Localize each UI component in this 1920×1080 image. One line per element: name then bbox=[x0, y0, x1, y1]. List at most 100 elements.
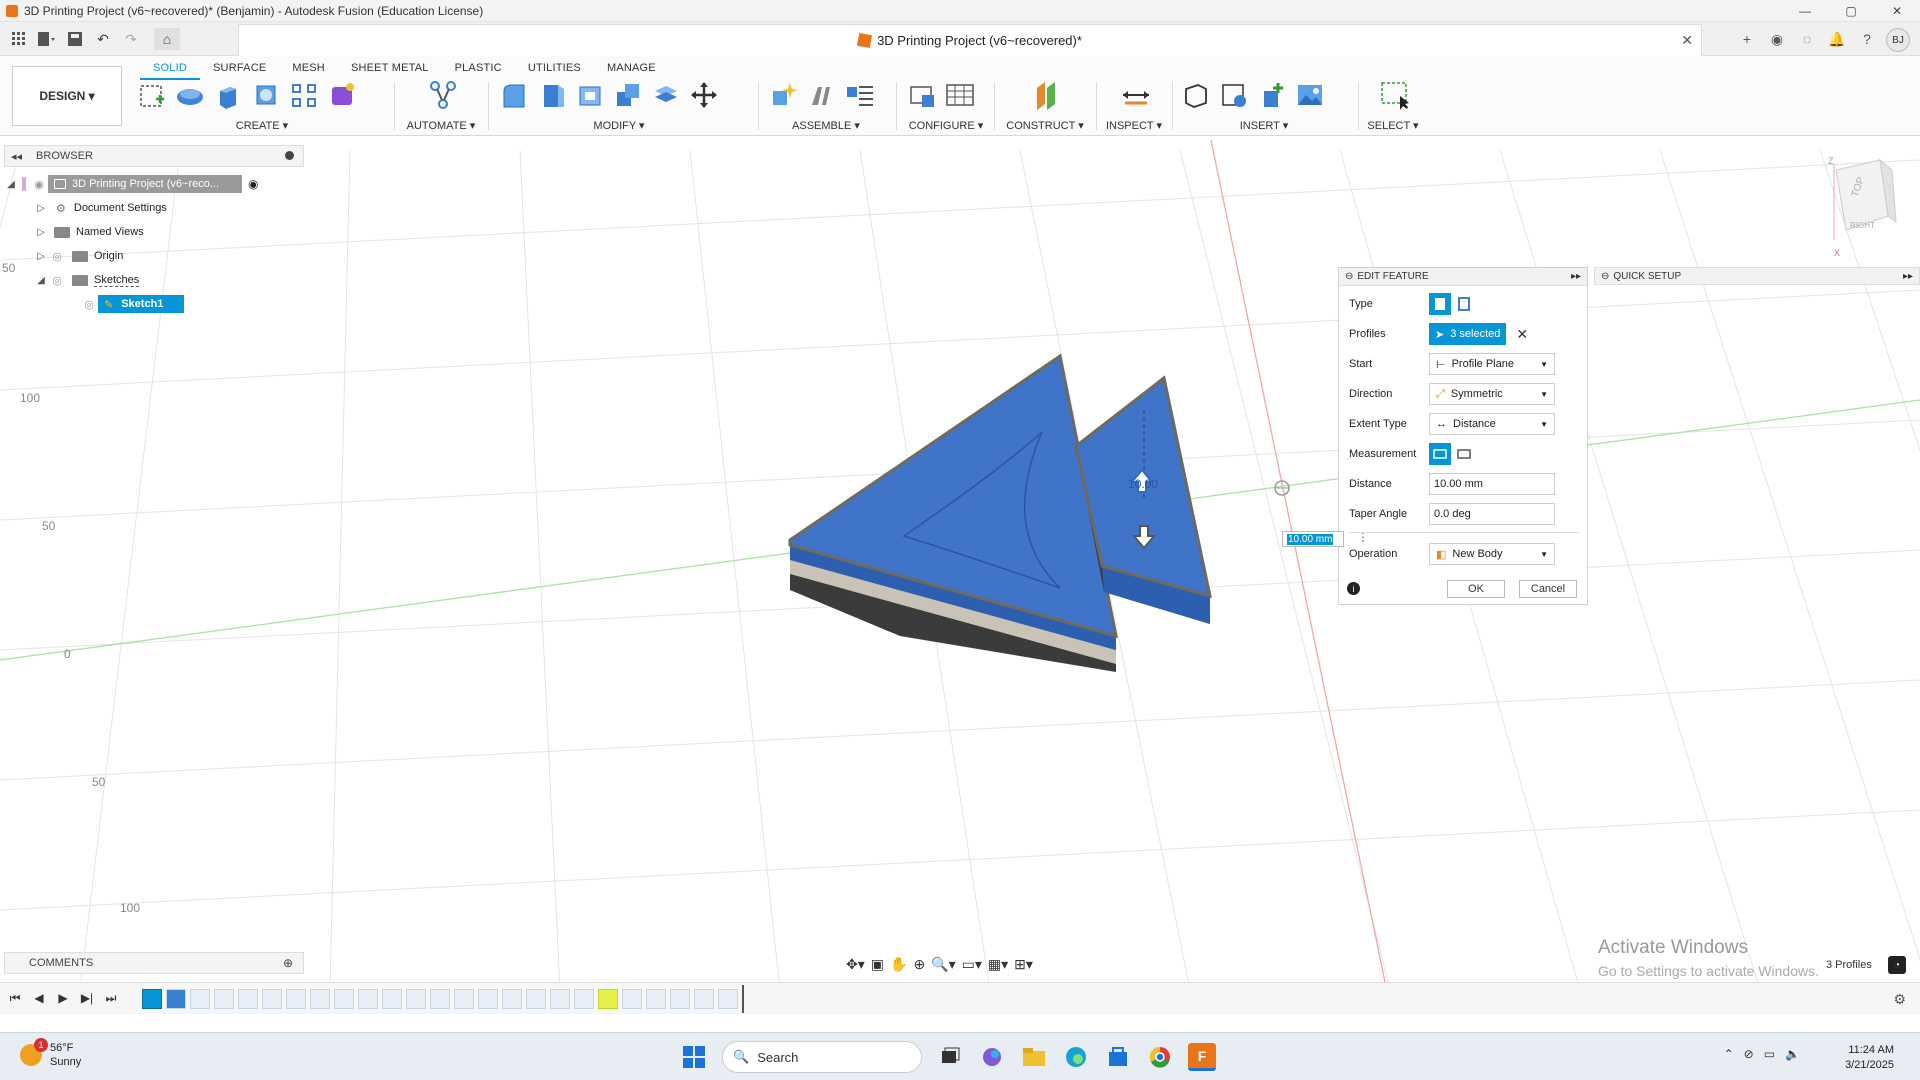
automate-icon[interactable] bbox=[427, 79, 459, 111]
tab-solid[interactable]: SOLID bbox=[140, 58, 201, 80]
operation-dropdown[interactable]: ◧ New Body ▼ bbox=[1429, 543, 1555, 565]
timeline-first-icon[interactable]: ⏮ bbox=[8, 991, 22, 1005]
expand-arrow-icon[interactable]: ▷ bbox=[34, 227, 48, 238]
fillet-icon[interactable] bbox=[536, 79, 568, 111]
grid-settings-icon[interactable]: ▦▾ bbox=[988, 956, 1008, 973]
job-status-icon[interactable]: ◌ bbox=[1796, 28, 1818, 50]
notifications-bell-icon[interactable]: 🔔 bbox=[1826, 28, 1848, 50]
form-icon[interactable] bbox=[174, 79, 206, 111]
expand-quick-setup-icon[interactable]: ▸▸ bbox=[1903, 271, 1913, 282]
new-tab-icon[interactable]: + bbox=[1736, 28, 1758, 50]
configuration-table-icon[interactable] bbox=[944, 79, 976, 111]
dialog-collapse-icon[interactable]: ⊖ bbox=[1345, 271, 1353, 282]
extruded-body-preview[interactable] bbox=[788, 353, 1212, 672]
close-document-icon[interactable]: ✕ bbox=[1681, 32, 1693, 49]
user-avatar[interactable]: BJ bbox=[1886, 28, 1910, 52]
cancel-button[interactable]: Cancel bbox=[1519, 580, 1577, 598]
root-component-label[interactable]: 3D Printing Project (v6~reco... bbox=[48, 175, 242, 193]
undo-icon[interactable]: ↶ bbox=[90, 28, 116, 50]
visibility-eye-icon[interactable]: ◎ bbox=[50, 250, 64, 263]
quick-setup-header[interactable]: ⊖ QUICK SETUP ▸▸ bbox=[1594, 267, 1920, 285]
tab-plastic[interactable]: PLASTIC bbox=[442, 58, 515, 80]
taskbar-search[interactable]: 🔍 Search bbox=[722, 1041, 922, 1073]
chrome-icon[interactable] bbox=[1146, 1043, 1174, 1071]
type-solid-button[interactable] bbox=[1429, 293, 1451, 315]
insert-mesh-icon[interactable] bbox=[1256, 79, 1288, 111]
offset-face-icon[interactable] bbox=[650, 79, 682, 111]
timeline-item[interactable] bbox=[310, 989, 330, 1009]
measure-icon[interactable] bbox=[1120, 79, 1152, 111]
browser-item-sketch1[interactable]: ◎ ✎ Sketch1 bbox=[80, 293, 184, 315]
timeline-item[interactable] bbox=[214, 989, 234, 1009]
display-settings-icon[interactable]: ▭▾ bbox=[962, 956, 982, 973]
windows-start-icon[interactable] bbox=[680, 1043, 708, 1071]
taskbar-clock[interactable]: 11:24 AM 3/21/2025 bbox=[1845, 1043, 1894, 1073]
tab-mesh[interactable]: MESH bbox=[279, 58, 338, 80]
tab-manage[interactable]: MANAGE bbox=[594, 58, 669, 80]
help-icon[interactable]: ? bbox=[1856, 28, 1878, 50]
visibility-eye-icon[interactable]: ◎ bbox=[82, 298, 96, 311]
insert-mcmaster-icon[interactable] bbox=[1218, 79, 1250, 111]
extent-type-dropdown[interactable]: ↔ Distance ▼ bbox=[1429, 413, 1555, 435]
timeline-item[interactable] bbox=[190, 989, 210, 1009]
move-copy-icon[interactable] bbox=[688, 79, 720, 111]
file-menu-icon[interactable] bbox=[34, 28, 60, 50]
maximize-button[interactable]: ▢ bbox=[1828, 0, 1874, 22]
create-sketch-icon[interactable] bbox=[136, 79, 168, 111]
new-component-icon[interactable] bbox=[768, 79, 800, 111]
minimize-button[interactable]: — bbox=[1782, 0, 1828, 22]
insert-menu[interactable]: INSERT ▾ bbox=[1176, 119, 1352, 132]
collapse-arrow-icon[interactable]: ◢ bbox=[34, 275, 48, 286]
start-dropdown[interactable]: ⊢ Profile Plane ▼ bbox=[1429, 353, 1555, 375]
browser-root-row[interactable]: ◢ ◉ 3D Printing Project (v6~reco... ◉ bbox=[4, 173, 300, 195]
ok-button[interactable]: OK bbox=[1447, 580, 1505, 598]
close-window-button[interactable]: ✕ bbox=[1874, 0, 1920, 22]
orbit-icon[interactable]: ✥▾ bbox=[846, 956, 865, 973]
clear-selection-icon[interactable]: ✕ bbox=[1516, 326, 1528, 343]
distance-dimension-input[interactable]: 10.00 mm bbox=[1282, 531, 1344, 547]
select-menu[interactable]: SELECT ▾ bbox=[1362, 119, 1424, 132]
timeline-item[interactable] bbox=[670, 989, 690, 1009]
expand-dialog-icon[interactable]: ▸▸ bbox=[1571, 271, 1581, 282]
selection-box-icon[interactable] bbox=[1379, 79, 1411, 111]
info-icon[interactable]: i bbox=[1347, 582, 1360, 595]
weather-widget[interactable]: 1 56°F Sunny bbox=[20, 1038, 81, 1069]
display-icon[interactable]: ▭ bbox=[1764, 1047, 1775, 1061]
look-at-icon[interactable]: ▣ bbox=[871, 956, 884, 973]
tab-utilities[interactable]: UTILITIES bbox=[515, 58, 594, 80]
comments-panel[interactable]: COMMENTS ⊕ bbox=[4, 952, 304, 974]
tab-sheet-metal[interactable]: SHEET METAL bbox=[338, 58, 442, 80]
timeline-item-sketch[interactable] bbox=[142, 989, 162, 1009]
timeline-item[interactable] bbox=[526, 989, 546, 1009]
timeline-item[interactable] bbox=[358, 989, 378, 1009]
visibility-eye-icon[interactable]: ◉ bbox=[32, 178, 46, 191]
insert-canvas-icon[interactable] bbox=[1294, 79, 1326, 111]
timeline-prev-icon[interactable]: ◀ bbox=[32, 991, 46, 1005]
timeline-item[interactable] bbox=[550, 989, 570, 1009]
browser-item-named-views[interactable]: ▷ Named Views bbox=[4, 221, 144, 243]
document-tab[interactable]: 3D Printing Project (v6~recovered)* ✕ bbox=[238, 24, 1702, 56]
automate-menu[interactable]: AUTOMATE ▾ bbox=[398, 119, 484, 132]
browser-header[interactable]: ◂◂ BROWSER bbox=[4, 145, 304, 167]
browser-item-document-settings[interactable]: ▷ ⚙ Document Settings bbox=[4, 197, 167, 219]
quick-setup-collapse-icon[interactable]: ⊖ bbox=[1601, 271, 1609, 282]
view-cube[interactable]: TOP RIGHT Z X bbox=[1828, 156, 1897, 258]
create-menu[interactable]: CREATE ▾ bbox=[132, 119, 392, 132]
timeline-item[interactable] bbox=[430, 989, 450, 1009]
edge-browser-icon[interactable] bbox=[1062, 1043, 1090, 1071]
pan-icon[interactable]: ✋ bbox=[890, 956, 907, 973]
timeline-item[interactable] bbox=[238, 989, 258, 1009]
generative-design-icon[interactable] bbox=[326, 79, 358, 111]
assemble-menu[interactable]: ASSEMBLE ▾ bbox=[764, 119, 888, 132]
extrude-icon[interactable] bbox=[212, 79, 244, 111]
timeline-item[interactable] bbox=[718, 989, 738, 1009]
browser-item-origin[interactable]: ▷ ◎ Origin bbox=[4, 245, 123, 267]
timeline-item[interactable] bbox=[694, 989, 714, 1009]
copilot-icon[interactable] bbox=[978, 1043, 1006, 1071]
timeline-item[interactable] bbox=[334, 989, 354, 1009]
add-comment-icon[interactable]: ⊕ bbox=[283, 956, 293, 970]
type-thin-button[interactable] bbox=[1453, 293, 1475, 315]
distance-input[interactable]: 10.00 mm bbox=[1429, 473, 1555, 495]
app-grid-icon[interactable] bbox=[6, 28, 32, 50]
configure-icon[interactable] bbox=[906, 79, 938, 111]
